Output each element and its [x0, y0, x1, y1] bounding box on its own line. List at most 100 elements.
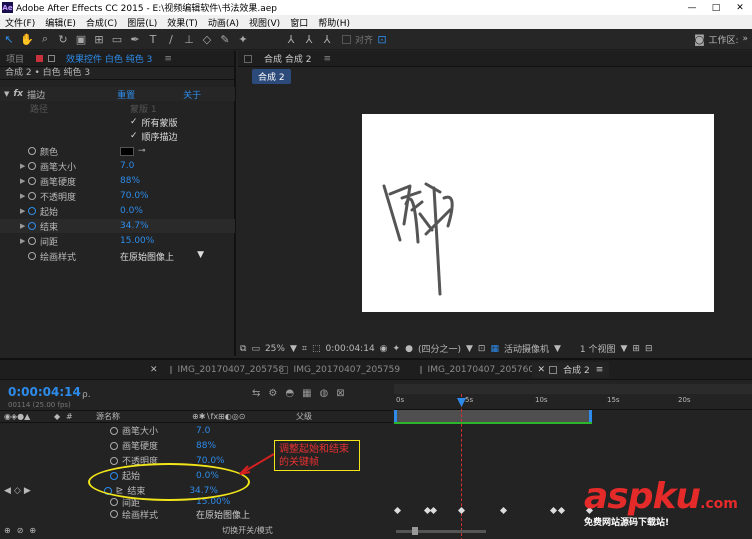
parent-header[interactable]: 父级 — [296, 411, 312, 422]
timeline-close-icon[interactable]: ✕ — [150, 365, 158, 375]
stopwatch-icon[interactable] — [28, 162, 36, 170]
tab-img-205758[interactable]: IMG_20170407_205758 — [164, 362, 284, 378]
local-axis-icon[interactable]: ⅄ — [282, 30, 300, 48]
zoom-value[interactable]: 25% — [265, 344, 285, 354]
comp-mini-flowchart-icon[interactable]: ⇆ — [252, 388, 260, 399]
panel-menu-icon[interactable]: ≡ — [158, 51, 178, 67]
stopwatch-icon[interactable] — [110, 498, 118, 506]
stopwatch-icon[interactable] — [28, 222, 36, 230]
menu-help[interactable]: 帮助(H) — [313, 16, 355, 29]
menu-layer[interactable]: 图层(L) — [122, 16, 162, 29]
camera-dropdown[interactable]: 活动摄像机 — [504, 342, 549, 355]
all-masks-checkbox[interactable]: ✓ — [130, 117, 138, 127]
close-button[interactable]: ✕ — [728, 0, 752, 15]
sequential-checkbox[interactable]: ✓ — [130, 131, 138, 141]
stopwatch-icon[interactable] — [28, 252, 36, 260]
transparency-grid-icon[interactable]: ▦ — [490, 344, 499, 354]
tab-effect-controls[interactable]: 效果控件 白色 纯色 3 — [60, 51, 158, 67]
motion-blur-icon[interactable]: ◍ — [320, 388, 329, 399]
monitor-icon[interactable]: ▭ — [251, 344, 260, 354]
pixel-aspect-icon[interactable]: ⊞ — [632, 344, 640, 354]
menu-effect[interactable]: 效果(T) — [162, 16, 203, 29]
pan-behind-tool-icon[interactable]: ⊞ — [90, 30, 108, 48]
mask-visibility-icon[interactable]: ⬚ — [312, 344, 321, 354]
rotate-tool-icon[interactable]: ↻ — [54, 30, 72, 48]
keyframe[interactable] — [499, 506, 508, 515]
keyframe[interactable] — [557, 506, 566, 515]
always-preview-icon[interactable]: ⧉ — [240, 344, 246, 354]
timecode-display[interactable]: 0:00:04:14 — [8, 385, 81, 399]
stopwatch-icon[interactable] — [28, 207, 36, 215]
frame-blending-icon[interactable]: ▦ — [302, 388, 311, 399]
zoom-tool-icon[interactable]: ⌕ — [36, 30, 54, 48]
eraser-tool-icon[interactable]: ◇ — [198, 30, 216, 48]
expand-arrow-icon[interactable]: ▶ — [20, 192, 28, 200]
resolution-arrow-icon[interactable]: ▼ — [466, 344, 473, 354]
camera-arrow-icon[interactable]: ▼ — [554, 344, 561, 354]
draft-3d-icon[interactable]: ⚙ — [268, 388, 277, 399]
views-dropdown[interactable]: 1 个视图 — [580, 342, 616, 355]
resolution-dropdown[interactable]: (四分之一) — [418, 342, 461, 355]
expand-arrow-icon[interactable]: ▶ — [20, 207, 28, 215]
brush-tool-icon[interactable]: ∕ — [162, 30, 180, 48]
workspace-label[interactable]: 工作区: — [708, 33, 738, 46]
work-area-bar[interactable] — [394, 384, 752, 394]
tab-img-205760[interactable]: IMG_20170407_205760 — [414, 362, 534, 378]
stopwatch-icon[interactable] — [28, 147, 36, 155]
world-axis-icon[interactable]: ⅄ — [300, 30, 318, 48]
tab-comp-2[interactable]: ✕ 合成 2 ≡ — [531, 361, 610, 378]
eyedropper-icon[interactable]: ⊸ — [138, 146, 146, 156]
menu-file[interactable]: 文件(F) — [0, 16, 40, 29]
panel-close-icon[interactable] — [36, 55, 44, 62]
clone-stamp-tool-icon[interactable]: ⊥ — [180, 30, 198, 48]
in-out-icon[interactable]: ⊕ — [29, 526, 36, 535]
vr-icon[interactable]: ◙ — [690, 30, 708, 48]
channel-icon[interactable]: ● — [405, 344, 413, 354]
workspace-more-icon[interactable]: » — [742, 34, 748, 44]
stopwatch-icon[interactable] — [28, 237, 36, 245]
mask-tool-icon[interactable]: ▭ — [108, 30, 126, 48]
menu-composition[interactable]: 合成(C) — [81, 16, 122, 29]
prop-value[interactable]: 88% — [120, 176, 140, 186]
view-axis-icon[interactable]: ⅄ — [318, 30, 336, 48]
menu-window[interactable]: 窗口 — [285, 16, 313, 29]
row-value[interactable]: 88% — [196, 441, 216, 451]
expand-arrow-icon[interactable]: ▼ — [4, 90, 9, 98]
paint-style-dropdown[interactable]: 在原始图像上 ▼ — [120, 250, 204, 263]
tab-project[interactable]: 项目 — [0, 51, 30, 67]
snap-options-icon[interactable]: ⊡ — [373, 30, 391, 48]
tab-img-205759[interactable]: IMG_20170407_205759 — [274, 362, 414, 378]
keyframe-nav-prev-icon[interactable]: ◀ — [4, 486, 11, 496]
menu-edit[interactable]: 编辑(E) — [40, 16, 81, 29]
stopwatch-icon[interactable] — [110, 426, 118, 435]
type-tool-icon[interactable]: T — [144, 30, 162, 48]
camera-tool-icon[interactable]: ▣ — [72, 30, 90, 48]
expand-arrow-icon[interactable]: ▶ — [20, 177, 28, 185]
tab-composition[interactable]: 合成 合成 2 — [258, 51, 317, 67]
keyframe[interactable] — [457, 506, 466, 515]
snapshot-icon[interactable]: ◉ — [380, 344, 388, 354]
current-time-indicator[interactable] — [461, 394, 462, 539]
viewer-panel-menu-icon[interactable]: ≡ — [317, 51, 337, 67]
transfer-controls-icon[interactable]: ⊘ — [17, 526, 24, 535]
stopwatch-icon[interactable] — [110, 441, 118, 450]
stopwatch-icon[interactable] — [28, 177, 36, 185]
prop-value[interactable]: 34.7% — [120, 221, 149, 231]
keyframe-nav-next-icon[interactable]: ▶ — [24, 486, 31, 496]
hand-tool-icon[interactable]: ✋ — [18, 30, 36, 48]
row-value[interactable]: 在原始图像上 — [196, 508, 250, 521]
color-swatch[interactable] — [120, 146, 134, 156]
row-value[interactable]: 7.0 — [196, 426, 210, 436]
roi-icon[interactable]: ⊡ — [478, 344, 486, 354]
prop-value[interactable]: 70.0% — [120, 191, 149, 201]
lock-icon[interactable] — [48, 55, 56, 62]
snap-checkbox[interactable] — [342, 34, 351, 44]
menu-animation[interactable]: 动画(A) — [203, 16, 244, 29]
viewer-menu-icon[interactable] — [244, 54, 252, 63]
selection-tool-icon[interactable]: ↖ — [0, 30, 18, 48]
stopwatch-icon[interactable] — [28, 192, 36, 200]
maximize-button[interactable]: □ — [704, 0, 728, 15]
zoom-slider[interactable] — [396, 527, 486, 535]
tab-menu-icon[interactable]: ≡ — [596, 365, 604, 375]
keyframe[interactable] — [393, 506, 402, 515]
